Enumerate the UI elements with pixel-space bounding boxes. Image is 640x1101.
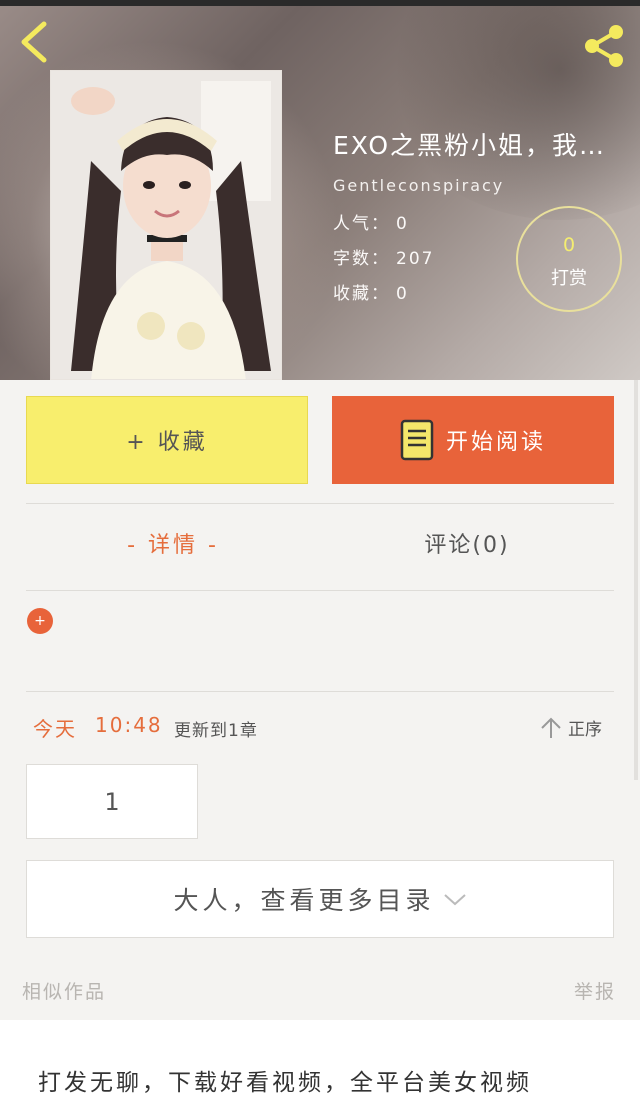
book-title: EXO之黑粉小姐，我… [333, 131, 607, 160]
sort-label: 正序 [568, 720, 602, 740]
tab-comments[interactable]: 评论(0) [320, 527, 614, 559]
stat-value: 207 [396, 249, 435, 269]
update-text: 更新到1章 [174, 721, 258, 741]
stat-label: 人气： [333, 214, 390, 234]
similar-works-heading: 相似作品 [22, 981, 107, 1003]
reward-count: 0 [562, 234, 576, 256]
update-time: 10:48 [95, 713, 163, 737]
scrollbar[interactable] [634, 380, 638, 780]
stat-value: 0 [396, 214, 409, 234]
view-more-catalog-button[interactable]: 大人，查看更多目录 [26, 860, 614, 938]
tab-details[interactable]: - 详情 - [26, 527, 320, 559]
author-name[interactable]: Gentleconspiracy [333, 176, 504, 195]
reward-button[interactable]: 0 打赏 [516, 206, 622, 312]
divider [26, 503, 614, 504]
cover-photo [51, 71, 281, 379]
chapter-number: 1 [104, 787, 120, 816]
status-bar-edge [0, 0, 640, 6]
book-cover[interactable] [50, 70, 282, 380]
view-more-catalog-label: 大人，查看更多目录 [173, 886, 435, 915]
add-favorite-label: + 收藏 [126, 430, 208, 455]
arrow-up-icon [541, 717, 561, 738]
divider [26, 691, 614, 692]
stat-label: 字数： [333, 249, 390, 269]
report-link[interactable]: 举报 [574, 977, 616, 1004]
stat-popularity: 人气： 0 [333, 209, 409, 234]
stat-word-count: 字数： 207 [333, 244, 434, 269]
add-favorite-button[interactable]: + 收藏 [26, 396, 308, 484]
expand-plus-icon[interactable]: + [27, 608, 53, 634]
chevron-left-icon [21, 21, 47, 63]
start-reading-button[interactable]: 开始阅读 [332, 396, 614, 484]
share-button[interactable] [580, 22, 628, 70]
chapter-item[interactable]: 1 [26, 764, 198, 839]
update-day: 今天 [33, 717, 77, 741]
reward-label: 打赏 [551, 268, 587, 289]
book-icon [400, 419, 434, 461]
sort-toggle[interactable]: 正序 [540, 715, 602, 740]
share-icon [585, 25, 623, 67]
start-reading-label: 开始阅读 [445, 430, 546, 455]
stat-value: 0 [396, 284, 409, 304]
chevron-down-icon [443, 894, 466, 906]
stat-label: 收藏： [333, 284, 390, 304]
ad-text[interactable]: 打发无聊，下载好看视频，全平台美女视频 [38, 1063, 532, 1097]
back-button[interactable] [14, 18, 58, 66]
stat-favorites: 收藏： 0 [333, 279, 409, 304]
divider [26, 590, 614, 591]
